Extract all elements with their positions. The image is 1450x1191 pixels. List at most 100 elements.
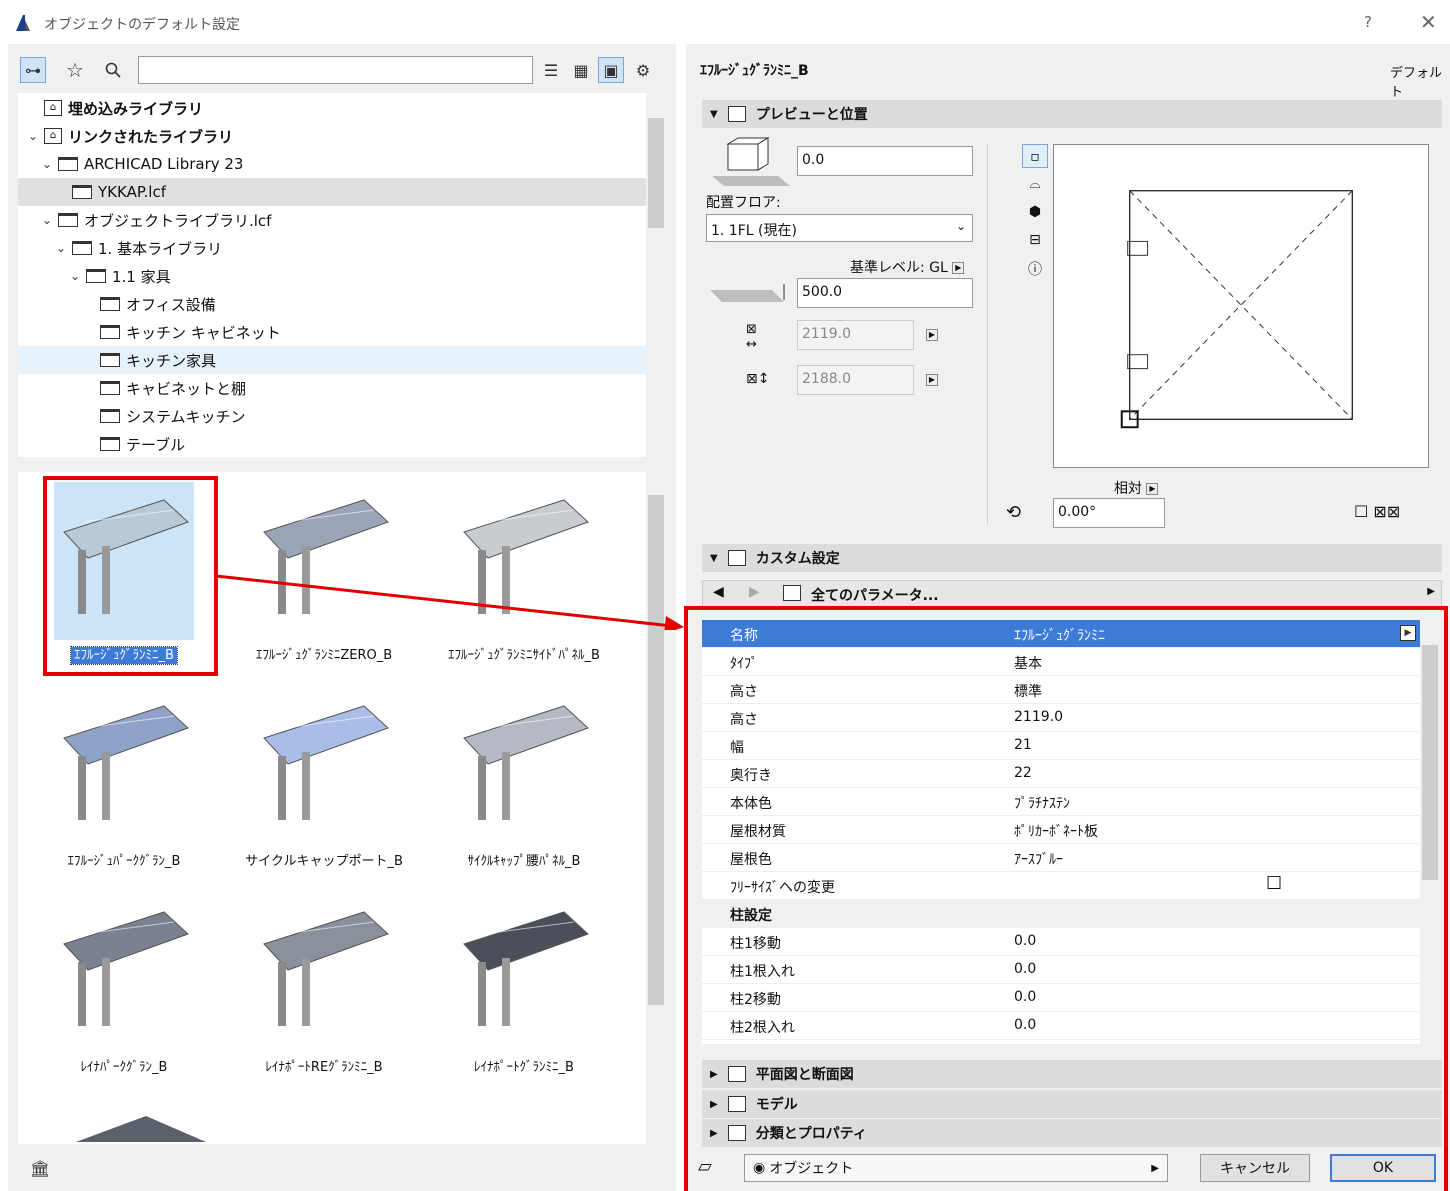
carport-thumbnail [54, 894, 194, 1052]
annotation-arrow [215, 574, 684, 630]
tree-item[interactable]: オフィス設備 [18, 290, 646, 318]
tree-item-label: ARCHICAD Library 23 [84, 155, 244, 173]
elevation-input[interactable]: 500.0 [797, 278, 973, 308]
search-input[interactable] [138, 56, 533, 84]
tree-item[interactable]: ⌄ 1. 基本ライブラリ [18, 234, 646, 262]
section-preview-label: プレビューと位置 [755, 107, 868, 123]
archicad-logo-icon [16, 15, 30, 31]
gallery-item[interactable]: ｻｲｸﾙｷｬｯﾌﾟ腰ﾊﾟﾈﾙ_B [424, 682, 624, 882]
folder-icon [72, 185, 92, 199]
elevation-view-icon[interactable]: ⊟ [1022, 228, 1048, 252]
folder-icon [100, 297, 120, 311]
large-icon-view-icon[interactable]: ▣ [598, 57, 624, 83]
chevron-down-icon[interactable]: ⌄ [68, 269, 82, 283]
grid-view-icon[interactable]: ▦ [568, 57, 594, 83]
tree-item[interactable]: テーブル [18, 430, 646, 457]
tree-item[interactable]: キャビネットと棚 [18, 374, 646, 402]
tree-item-label: 1. 基本ライブラリ [98, 239, 223, 258]
tree-item-label: システムキッチン [126, 407, 246, 426]
plan-preview [1053, 144, 1429, 468]
relative-toggle[interactable]: 相対 ▶ [1114, 478, 1159, 498]
tree-item[interactable]: ⌄ オブジェクトライブラリ.lcf [18, 206, 646, 234]
help-button[interactable]: ? [1364, 13, 1372, 31]
tree-item-label: 埋め込みライブラリ [68, 99, 204, 118]
tree-item[interactable]: キッチン家具 [18, 346, 646, 374]
gallery-item[interactable]: ｴﾌﾙｰｼﾞｭﾊﾟｰｸｸﾞﾗﾝ_B [24, 682, 224, 882]
gallery-item-label: ﾚｲﾅﾎﾟｰﾄREｸﾞﾗﾝﾐﾆ_B [265, 1060, 383, 1075]
gallery-item-label: ﾚｲﾅﾊﾟｰｸｸﾞﾗﾝ_B [80, 1060, 168, 1075]
tree-item-label: リンクされたライブラリ [68, 127, 234, 146]
rotation-angle-icon: ⟲ [1006, 502, 1022, 523]
favorites-star-icon[interactable]: ☆ [62, 57, 88, 83]
forward-arrow-icon[interactable]: ▶ [749, 584, 760, 600]
divider [987, 144, 988, 524]
mirror-toggles[interactable]: ☐ ⊠⊠ [1354, 502, 1400, 521]
depth-link-icon[interactable]: ▶ [926, 374, 938, 386]
folder-view-icon[interactable]: ⊶ [20, 57, 46, 83]
3d-view-icon[interactable]: ⬢ [1022, 200, 1048, 224]
gallery-item[interactable]: ﾚｲﾅﾎﾟｰﾄｸﾞﾗﾝﾐﾆ_B [424, 888, 624, 1088]
ref-level-label[interactable]: 基準レベル: GL ▶ [850, 257, 965, 277]
tree-item[interactable]: ⌄ ⌂ リンクされたライブラリ [18, 122, 646, 150]
list-view-icon[interactable]: ☰ [538, 57, 564, 83]
section-custom-label: カスタム設定 [755, 551, 840, 567]
floor-select[interactable]: 1. 1FL (現在) ⌄ [706, 214, 973, 242]
play-arrow-icon: ▶ [952, 262, 965, 274]
angle-input[interactable]: 0.00° [1053, 498, 1165, 528]
collapse-triangle-icon: ▼ [710, 108, 718, 120]
tree-item-label: 1.1 家具 [112, 267, 171, 286]
default-label: デフォルト [1390, 66, 1443, 100]
gallery-item-label: ｴﾌﾙｰｼﾞｭｸﾞﾗﾝﾐﾆｻｲﾄﾞﾊﾟﾈﾙ_B [448, 648, 600, 663]
ref-level-text: 基準レベル: GL [850, 260, 948, 276]
chevron-down-icon[interactable]: ⌄ [26, 129, 40, 143]
carport-thumbnail [454, 688, 594, 846]
tree-item[interactable]: ⌄ 1.1 家具 [18, 262, 646, 290]
tree-item[interactable]: ⌂ 埋め込みライブラリ [18, 94, 646, 122]
gallery-item-label: ﾚｲﾅﾎﾟｰﾄｸﾞﾗﾝﾐﾆ_B [474, 1060, 574, 1075]
plan-view-icon[interactable]: ▫ [1022, 144, 1048, 168]
close-button[interactable]: ✕ [1420, 10, 1437, 34]
highlight-box-parameters [684, 606, 1448, 1191]
preview-section-icon [727, 106, 746, 122]
chevron-down-icon[interactable]: ⌄ [54, 241, 68, 255]
gallery-item[interactable]: ﾚｲﾅﾎﾟｰﾄREｸﾞﾗﾝﾐﾆ_B [224, 888, 424, 1088]
elevation-icon [710, 284, 785, 302]
expand-arrow-icon[interactable]: ▶ [1427, 586, 1435, 597]
gallery-item[interactable]: サイクルキャップポート_B [224, 682, 424, 882]
section-custom-header[interactable]: ▼ カスタム設定 [702, 544, 1442, 572]
library-manager-icon[interactable]: 🏛 [22, 1154, 58, 1182]
tree-scroll-thumb[interactable] [648, 118, 664, 228]
search-icon[interactable] [100, 57, 126, 83]
tree-item-label: YKKAP.lcf [98, 183, 167, 201]
gallery-item-label: ｴﾌﾙｰｼﾞｭｸﾞﾗﾝﾐﾆZERO_B [255, 648, 393, 663]
width-link-icon[interactable]: ▶ [926, 329, 938, 341]
gallery-item[interactable]: ﾚｲﾅﾊﾟｰｸｸﾞﾗﾝ_B [24, 888, 224, 1088]
chevron-down-icon[interactable]: ⌄ [40, 213, 54, 227]
depth-icon: ⊠↕ [746, 371, 770, 387]
section-view-icon[interactable]: ⌓ [1022, 172, 1048, 196]
relative-label: 相対 [1114, 481, 1142, 497]
tree-item[interactable]: ⌄ ARCHICAD Library 23 [18, 150, 646, 178]
tree-item-label: テーブル [126, 435, 186, 454]
carport-thumbnail [54, 688, 194, 846]
back-arrow-icon[interactable]: ◀ [713, 584, 724, 600]
settings-gear-icon[interactable]: ⚙ [630, 57, 656, 83]
carport-thumbnail [254, 688, 394, 846]
collapse-triangle-icon: ▼ [710, 552, 718, 564]
info-icon[interactable]: ⓘ [1022, 258, 1048, 282]
section-preview-header[interactable]: ▼ プレビューと位置 [702, 100, 1442, 128]
chevron-down-icon[interactable]: ⌄ [40, 157, 54, 171]
tree-item-label: キッチン家具 [126, 351, 217, 370]
gallery-item-label: ｴﾌﾙｰｼﾞｭﾊﾟｰｸｸﾞﾗﾝ_B [67, 854, 181, 869]
width-input[interactable]: 2119.0 [797, 320, 914, 350]
width-icon: ⊠ ↔ [746, 322, 757, 352]
tree-item[interactable]: YKKAP.lcf [18, 178, 646, 206]
parameters-icon [783, 585, 801, 601]
gallery-item-label: ｻｲｸﾙｷｬｯﾌﾟ腰ﾊﾟﾈﾙ_B [467, 854, 581, 869]
tree-item[interactable]: キッチン キャビネット [18, 318, 646, 346]
depth-input[interactable]: 2188.0 [797, 365, 914, 395]
all-parameters-label[interactable]: 全てのパラメータ... [811, 585, 939, 605]
offset-input[interactable]: 0.0 [797, 146, 973, 176]
tree-item[interactable]: システムキッチン [18, 402, 646, 430]
gallery-item-partial[interactable] [66, 1112, 206, 1144]
